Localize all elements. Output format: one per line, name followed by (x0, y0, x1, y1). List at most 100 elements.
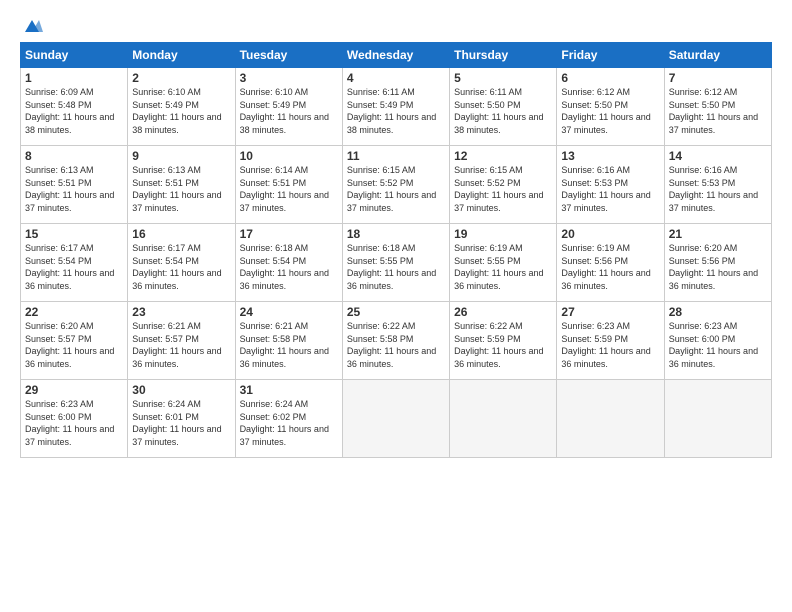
day-number: 11 (347, 149, 445, 163)
day-info: Sunrise: 6:10 AMSunset: 5:49 PMDaylight:… (240, 86, 338, 136)
week-row-2: 8 Sunrise: 6:13 AMSunset: 5:51 PMDayligh… (21, 146, 772, 224)
week-row-4: 22 Sunrise: 6:20 AMSunset: 5:57 PMDaylig… (21, 302, 772, 380)
day-number: 25 (347, 305, 445, 319)
day-header-saturday: Saturday (664, 43, 771, 68)
day-cell: 16 Sunrise: 6:17 AMSunset: 5:54 PMDaylig… (128, 224, 235, 302)
day-number: 7 (669, 71, 767, 85)
day-number: 18 (347, 227, 445, 241)
week-row-5: 29 Sunrise: 6:23 AMSunset: 6:00 PMDaylig… (21, 380, 772, 458)
day-info: Sunrise: 6:16 AMSunset: 5:53 PMDaylight:… (561, 164, 659, 214)
day-cell: 8 Sunrise: 6:13 AMSunset: 5:51 PMDayligh… (21, 146, 128, 224)
day-number: 8 (25, 149, 123, 163)
day-info: Sunrise: 6:09 AMSunset: 5:48 PMDaylight:… (25, 86, 123, 136)
day-info: Sunrise: 6:15 AMSunset: 5:52 PMDaylight:… (454, 164, 552, 214)
day-cell: 6 Sunrise: 6:12 AMSunset: 5:50 PMDayligh… (557, 68, 664, 146)
day-info: Sunrise: 6:11 AMSunset: 5:50 PMDaylight:… (454, 86, 552, 136)
header (20, 18, 772, 32)
header-row: SundayMondayTuesdayWednesdayThursdayFrid… (21, 43, 772, 68)
day-cell: 7 Sunrise: 6:12 AMSunset: 5:50 PMDayligh… (664, 68, 771, 146)
day-cell: 3 Sunrise: 6:10 AMSunset: 5:49 PMDayligh… (235, 68, 342, 146)
day-info: Sunrise: 6:18 AMSunset: 5:55 PMDaylight:… (347, 242, 445, 292)
day-number: 10 (240, 149, 338, 163)
day-cell: 1 Sunrise: 6:09 AMSunset: 5:48 PMDayligh… (21, 68, 128, 146)
day-number: 13 (561, 149, 659, 163)
day-cell: 29 Sunrise: 6:23 AMSunset: 6:00 PMDaylig… (21, 380, 128, 458)
day-cell: 5 Sunrise: 6:11 AMSunset: 5:50 PMDayligh… (450, 68, 557, 146)
day-number: 30 (132, 383, 230, 397)
day-number: 31 (240, 383, 338, 397)
day-info: Sunrise: 6:20 AMSunset: 5:57 PMDaylight:… (25, 320, 123, 370)
day-cell: 9 Sunrise: 6:13 AMSunset: 5:51 PMDayligh… (128, 146, 235, 224)
day-number: 1 (25, 71, 123, 85)
day-number: 5 (454, 71, 552, 85)
calendar-table: SundayMondayTuesdayWednesdayThursdayFrid… (20, 42, 772, 458)
day-info: Sunrise: 6:23 AMSunset: 6:00 PMDaylight:… (25, 398, 123, 448)
day-header-tuesday: Tuesday (235, 43, 342, 68)
day-number: 12 (454, 149, 552, 163)
day-number: 15 (25, 227, 123, 241)
day-number: 26 (454, 305, 552, 319)
day-cell: 27 Sunrise: 6:23 AMSunset: 5:59 PMDaylig… (557, 302, 664, 380)
day-info: Sunrise: 6:24 AMSunset: 6:02 PMDaylight:… (240, 398, 338, 448)
day-cell: 19 Sunrise: 6:19 AMSunset: 5:55 PMDaylig… (450, 224, 557, 302)
day-cell: 23 Sunrise: 6:21 AMSunset: 5:57 PMDaylig… (128, 302, 235, 380)
day-info: Sunrise: 6:18 AMSunset: 5:54 PMDaylight:… (240, 242, 338, 292)
day-number: 14 (669, 149, 767, 163)
day-info: Sunrise: 6:11 AMSunset: 5:49 PMDaylight:… (347, 86, 445, 136)
day-info: Sunrise: 6:10 AMSunset: 5:49 PMDaylight:… (132, 86, 230, 136)
day-info: Sunrise: 6:12 AMSunset: 5:50 PMDaylight:… (561, 86, 659, 136)
day-info: Sunrise: 6:24 AMSunset: 6:01 PMDaylight:… (132, 398, 230, 448)
day-cell: 4 Sunrise: 6:11 AMSunset: 5:49 PMDayligh… (342, 68, 449, 146)
calendar-page: SundayMondayTuesdayWednesdayThursdayFrid… (0, 0, 792, 612)
day-info: Sunrise: 6:13 AMSunset: 5:51 PMDaylight:… (25, 164, 123, 214)
day-info: Sunrise: 6:21 AMSunset: 5:57 PMDaylight:… (132, 320, 230, 370)
day-info: Sunrise: 6:19 AMSunset: 5:55 PMDaylight:… (454, 242, 552, 292)
day-cell: 17 Sunrise: 6:18 AMSunset: 5:54 PMDaylig… (235, 224, 342, 302)
day-cell: 25 Sunrise: 6:22 AMSunset: 5:58 PMDaylig… (342, 302, 449, 380)
day-info: Sunrise: 6:20 AMSunset: 5:56 PMDaylight:… (669, 242, 767, 292)
day-cell: 22 Sunrise: 6:20 AMSunset: 5:57 PMDaylig… (21, 302, 128, 380)
day-info: Sunrise: 6:22 AMSunset: 5:58 PMDaylight:… (347, 320, 445, 370)
day-cell: 31 Sunrise: 6:24 AMSunset: 6:02 PMDaylig… (235, 380, 342, 458)
day-cell: 28 Sunrise: 6:23 AMSunset: 6:00 PMDaylig… (664, 302, 771, 380)
day-number: 21 (669, 227, 767, 241)
day-number: 19 (454, 227, 552, 241)
day-number: 22 (25, 305, 123, 319)
day-header-monday: Monday (128, 43, 235, 68)
day-number: 17 (240, 227, 338, 241)
day-number: 27 (561, 305, 659, 319)
day-cell: 2 Sunrise: 6:10 AMSunset: 5:49 PMDayligh… (128, 68, 235, 146)
day-info: Sunrise: 6:17 AMSunset: 5:54 PMDaylight:… (25, 242, 123, 292)
day-cell: 24 Sunrise: 6:21 AMSunset: 5:58 PMDaylig… (235, 302, 342, 380)
day-cell (342, 380, 449, 458)
logo (20, 18, 43, 32)
day-info: Sunrise: 6:15 AMSunset: 5:52 PMDaylight:… (347, 164, 445, 214)
day-info: Sunrise: 6:13 AMSunset: 5:51 PMDaylight:… (132, 164, 230, 214)
day-info: Sunrise: 6:21 AMSunset: 5:58 PMDaylight:… (240, 320, 338, 370)
day-number: 2 (132, 71, 230, 85)
day-header-sunday: Sunday (21, 43, 128, 68)
day-info: Sunrise: 6:14 AMSunset: 5:51 PMDaylight:… (240, 164, 338, 214)
day-cell: 30 Sunrise: 6:24 AMSunset: 6:01 PMDaylig… (128, 380, 235, 458)
day-number: 24 (240, 305, 338, 319)
day-number: 20 (561, 227, 659, 241)
day-cell: 15 Sunrise: 6:17 AMSunset: 5:54 PMDaylig… (21, 224, 128, 302)
day-cell: 10 Sunrise: 6:14 AMSunset: 5:51 PMDaylig… (235, 146, 342, 224)
day-number: 9 (132, 149, 230, 163)
day-cell (664, 380, 771, 458)
logo-icon (21, 18, 43, 36)
day-header-thursday: Thursday (450, 43, 557, 68)
day-info: Sunrise: 6:16 AMSunset: 5:53 PMDaylight:… (669, 164, 767, 214)
day-number: 23 (132, 305, 230, 319)
day-cell: 21 Sunrise: 6:20 AMSunset: 5:56 PMDaylig… (664, 224, 771, 302)
day-cell (450, 380, 557, 458)
day-number: 6 (561, 71, 659, 85)
day-number: 4 (347, 71, 445, 85)
day-cell (557, 380, 664, 458)
week-row-1: 1 Sunrise: 6:09 AMSunset: 5:48 PMDayligh… (21, 68, 772, 146)
day-info: Sunrise: 6:23 AMSunset: 5:59 PMDaylight:… (561, 320, 659, 370)
day-header-friday: Friday (557, 43, 664, 68)
day-number: 28 (669, 305, 767, 319)
day-cell: 12 Sunrise: 6:15 AMSunset: 5:52 PMDaylig… (450, 146, 557, 224)
day-info: Sunrise: 6:19 AMSunset: 5:56 PMDaylight:… (561, 242, 659, 292)
